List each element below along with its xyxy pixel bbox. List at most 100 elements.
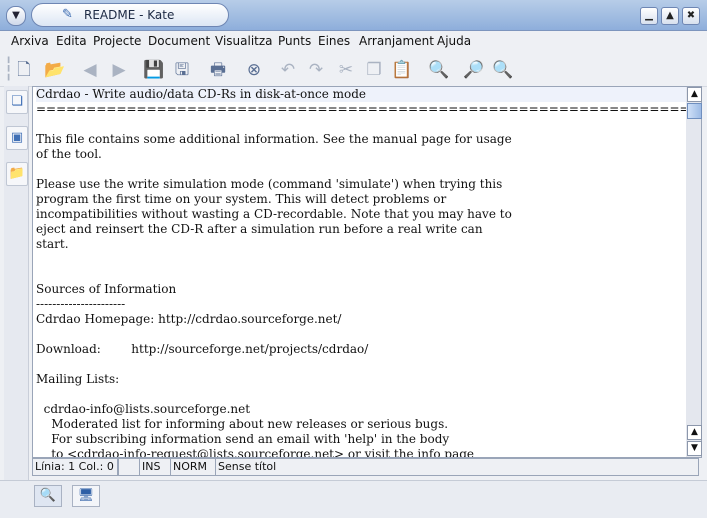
editor-line[interactable]: ---------------------- <box>36 297 687 312</box>
filesystem-panel-button[interactable]: 📁 <box>6 162 28 186</box>
close-document-button[interactable]: ⊗ <box>242 58 266 82</box>
document-name: Sense títol <box>215 458 699 476</box>
editor-line[interactable]: Cdrdao - Write audio/data CD-Rs in disk-… <box>36 87 687 102</box>
terminal-button[interactable]: 🖥 <box>72 485 100 507</box>
insert-mode[interactable]: INS <box>139 458 171 476</box>
editor-line[interactable]: of the tool. <box>36 147 687 162</box>
zoom-in-icon: 🔎 <box>463 60 485 80</box>
menu-document[interactable]: Document <box>148 34 210 48</box>
editor-line[interactable]: eject and reinsert the CD-R after a simu… <box>36 222 687 237</box>
editor-line[interactable]: This file contains some additional infor… <box>36 132 687 147</box>
editor-line[interactable]: Download: http://sourceforge.net/project… <box>36 342 687 357</box>
arrow-up-icon: ▲ <box>691 89 698 99</box>
editor-line[interactable]: to <cdrdao-info-request@lists.sourceforg… <box>36 447 687 457</box>
documents-icon: ❏ <box>11 94 23 109</box>
zoom-out-icon: 🔍 <box>492 60 514 80</box>
status-bar: Línia: 1 Col.: 0 INS NORM Sense títol <box>32 458 701 476</box>
modified-indicator <box>118 458 140 476</box>
scroll-up-bottom-button[interactable]: ▲ <box>687 425 702 440</box>
menu-punts[interactable]: Punts <box>278 34 311 48</box>
editor-line[interactable] <box>36 387 687 402</box>
open-button[interactable]: 📂 <box>43 58 67 82</box>
undo-button[interactable]: ↶ <box>276 58 300 82</box>
maximize-icon: ▲ <box>666 10 674 21</box>
maximize-button[interactable]: ▲ <box>661 7 679 25</box>
new-document-button[interactable]: 🗋 <box>12 58 36 82</box>
editor-line[interactable]: cdrdao-info@lists.sourceforge.net <box>36 402 687 417</box>
forward-arrow-icon: ▶ <box>112 60 126 80</box>
paste-button[interactable]: 📋 <box>390 58 414 82</box>
scroll-down-button[interactable]: ▼ <box>687 441 702 456</box>
editor-line[interactable]: start. <box>36 237 687 252</box>
terminal-icon: 🖥 <box>77 488 95 503</box>
menu-ajuda[interactable]: Ajuda <box>437 34 471 48</box>
close-button[interactable]: ✖ <box>682 7 700 25</box>
printer-icon: 🖶 <box>209 60 227 80</box>
editor-line[interactable] <box>36 117 687 132</box>
editor-line[interactable]: ========================================… <box>36 102 687 117</box>
editor-line[interactable] <box>36 327 687 342</box>
selection-mode[interactable]: NORM <box>170 458 216 476</box>
editor-line[interactable] <box>36 357 687 372</box>
folder-icon: 📁 <box>8 166 26 181</box>
save-button[interactable]: 💾 <box>142 58 166 82</box>
back-arrow-icon: ◀ <box>83 60 97 80</box>
editor-line[interactable]: Cdrdao Homepage: http://cdrdao.sourcefor… <box>36 312 687 327</box>
find-in-files-button[interactable]: 🔍 <box>34 485 62 507</box>
redo-icon: ↷ <box>308 60 324 80</box>
scissors-icon: ✂ <box>338 60 354 80</box>
editor-line[interactable] <box>36 162 687 177</box>
title-bar[interactable]: ▼ ✎ README - Kate ▁ ▲ ✖ <box>0 0 707 31</box>
clipboard-icon: 📋 <box>391 60 413 80</box>
zoom-out-button[interactable]: 🔍 <box>491 58 515 82</box>
redo-button[interactable]: ↷ <box>304 58 328 82</box>
find-button[interactable]: 🔍 <box>427 58 451 82</box>
menu-visualitza[interactable]: Visualitza <box>215 34 273 48</box>
menu-arxiva[interactable]: Arxiva <box>11 34 49 48</box>
editor-line[interactable] <box>36 267 687 282</box>
menu-edita[interactable]: Edita <box>56 34 87 48</box>
arrow-up-icon: ▲ <box>691 427 698 437</box>
documents-panel-button[interactable]: ❏ <box>6 90 28 114</box>
forward-button[interactable]: ▶ <box>107 58 131 82</box>
vertical-scrollbar[interactable]: ▲ ▲ ▼ <box>686 86 702 458</box>
undo-icon: ↶ <box>280 60 296 80</box>
editor-line[interactable]: For subscribing information send an emai… <box>36 432 687 447</box>
cursor-position: Línia: 1 Col.: 0 <box>32 458 118 476</box>
zoom-in-button[interactable]: 🔎 <box>462 58 486 82</box>
side-panel-bar: ❏ ▣ 📁 <box>4 86 29 480</box>
projects-panel-button[interactable]: ▣ <box>6 126 28 150</box>
print-button[interactable]: 🖶 <box>206 58 230 82</box>
copy-button[interactable]: ❐ <box>362 58 386 82</box>
toolbar-handle[interactable]: ┆ <box>2 58 15 82</box>
back-button[interactable]: ◀ <box>78 58 102 82</box>
minimize-icon: ▁ <box>645 10 653 21</box>
menu-bar: Arxiva Edita Projecte Document Visualitz… <box>0 31 707 53</box>
save-as-icon: 🖫 <box>174 60 190 80</box>
minimize-button[interactable]: ▁ <box>640 7 658 25</box>
editor-line[interactable]: Sources of Information <box>36 282 687 297</box>
title-tab[interactable]: ✎ README - Kate <box>31 3 229 27</box>
window-menu-button[interactable]: ▼ <box>6 6 26 26</box>
scroll-up-button[interactable]: ▲ <box>687 87 702 102</box>
close-circle-icon: ⊗ <box>246 60 262 80</box>
save-as-button[interactable]: 🖫 <box>170 58 194 82</box>
editor-content[interactable]: Cdrdao - Write audio/data CD-Rs in disk-… <box>33 87 687 457</box>
cut-button[interactable]: ✂ <box>334 58 358 82</box>
editor-line[interactable]: program the first time on your system. T… <box>36 192 687 207</box>
close-icon: ✖ <box>686 10 696 21</box>
open-folder-icon: 📂 <box>44 60 66 80</box>
chevron-down-icon: ▼ <box>12 10 20 21</box>
editor-line[interactable] <box>36 252 687 267</box>
scroll-thumb[interactable] <box>687 103 702 119</box>
editor-line[interactable]: Mailing Lists: <box>36 372 687 387</box>
menu-arranjament[interactable]: Arranjament <box>359 34 434 48</box>
editor-line[interactable]: Please use the write simulation mode (co… <box>36 177 687 192</box>
text-editor[interactable]: Cdrdao - Write audio/data CD-Rs in disk-… <box>32 86 688 458</box>
menu-eines[interactable]: Eines <box>318 34 350 48</box>
editor-line[interactable]: Moderated list for informing about new r… <box>36 417 687 432</box>
search-icon: 🔍 <box>39 488 57 503</box>
editor-line[interactable]: incompatibilities without wasting a CD-r… <box>36 207 687 222</box>
menu-projecte[interactable]: Projecte <box>93 34 141 48</box>
find-icon: 🔍 <box>428 60 450 80</box>
